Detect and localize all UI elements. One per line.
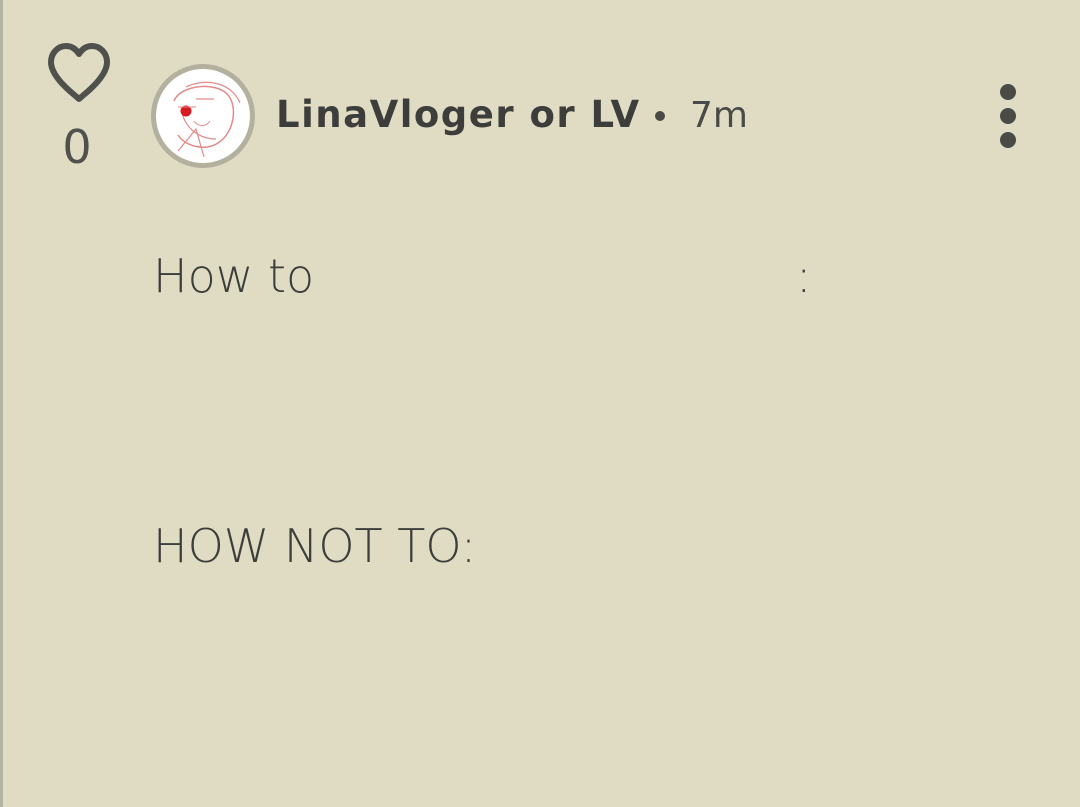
avatar[interactable] [151, 64, 255, 168]
vertical-dots-icon[interactable] [988, 82, 1028, 150]
avatar-image [156, 69, 250, 163]
like-count: 0 [62, 120, 92, 174]
author-name[interactable]: LinaVloger or LV [276, 92, 641, 138]
post-text-line: HOW NOT TO: [153, 519, 477, 573]
like-column: 0 [43, 42, 115, 170]
heart-outline-icon[interactable] [45, 42, 113, 104]
post-text-colon: : [796, 249, 812, 303]
post-text-line: How to [153, 249, 315, 303]
separator-dot [655, 111, 665, 121]
post-card: 0 LinaVloger or LV 7m How to : HOW NOT T… [0, 0, 1080, 807]
post-time: 7m [690, 95, 748, 136]
